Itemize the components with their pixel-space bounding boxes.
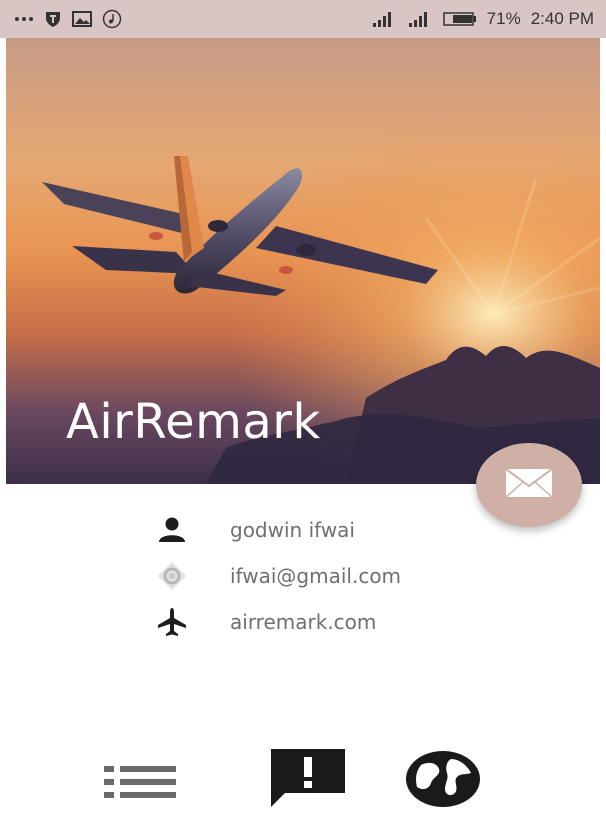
image-icon	[72, 11, 92, 27]
person-icon	[150, 514, 194, 546]
signal-icon	[407, 10, 433, 28]
mail-icon	[505, 467, 553, 503]
location-icon	[150, 560, 194, 592]
airplane-icon	[150, 606, 194, 638]
hero-banner: AirRemark	[6, 38, 600, 484]
globe-icon	[401, 749, 485, 814]
more-dots-icon	[14, 15, 34, 23]
profile-website[interactable]: airremark.com	[230, 610, 376, 634]
status-right-icons: 71% 2:40 PM	[371, 9, 594, 29]
list-icon	[102, 762, 178, 807]
music-icon	[102, 9, 122, 29]
profile-email[interactable]: ifwai@gmail.com	[230, 564, 401, 588]
website-button[interactable]	[400, 750, 486, 812]
feedback-button[interactable]	[266, 748, 350, 812]
profile-email-row: ifwai@gmail.com	[150, 556, 480, 596]
battery-icon	[442, 11, 477, 27]
profile-website-row: airremark.com	[150, 602, 480, 642]
signal-icon	[371, 10, 397, 28]
status-left-icons	[14, 9, 122, 29]
shield-icon	[44, 10, 62, 28]
battery-percent: 71%	[486, 9, 521, 28]
list-button[interactable]	[100, 760, 180, 808]
app-title: AirRemark	[66, 394, 321, 450]
profile-name-row: godwin ifwai	[150, 510, 480, 550]
profile-name: godwin ifwai	[230, 518, 355, 542]
status-bar: 71% 2:40 PM	[0, 0, 606, 38]
clock: 2:40 PM	[530, 9, 594, 28]
feedback-icon	[267, 747, 349, 814]
email-fab-button[interactable]	[476, 443, 582, 527]
